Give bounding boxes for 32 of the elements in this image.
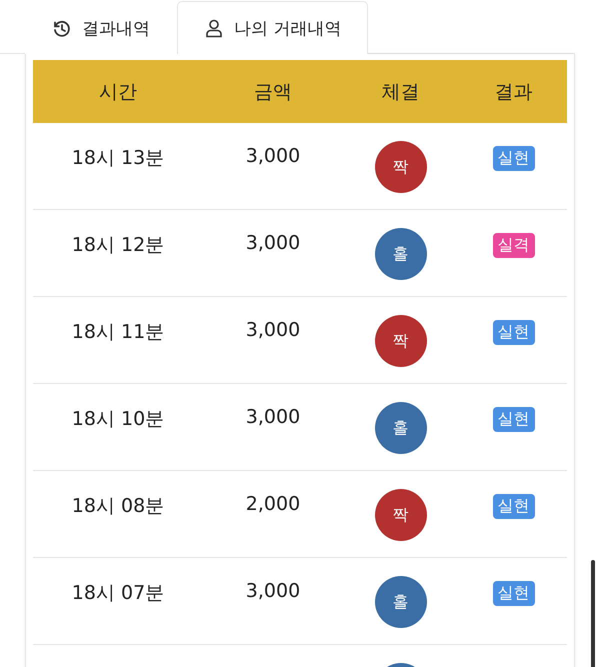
time-cell-text: 18시 13분 xyxy=(72,146,164,171)
time-cell-text: 18시 11분 xyxy=(72,320,164,345)
result-ball: 짝 xyxy=(374,315,426,367)
person-icon xyxy=(204,18,224,38)
column-header: 결과 xyxy=(494,80,532,104)
time-cell-text: 18시 07분 xyxy=(72,581,164,606)
result-ball: 짝 xyxy=(374,141,426,193)
status-badge: 실격 xyxy=(492,233,534,258)
scrollbar[interactable] xyxy=(591,560,595,667)
column-header: 시간 xyxy=(99,80,137,104)
status-badge: 실현 xyxy=(492,407,534,432)
column-header: 금액 xyxy=(254,80,292,104)
amount-cell: 3,000 xyxy=(246,319,300,341)
amount-cell: 3,000 xyxy=(246,406,300,428)
status-badge: 실현 xyxy=(492,494,534,519)
status-badge: 실현 xyxy=(492,581,534,606)
amount-cell: 3,000 xyxy=(246,145,300,167)
status-badge: 실현 xyxy=(492,320,534,345)
time-cell-text: 18시 12분 xyxy=(72,233,164,258)
history-icon xyxy=(52,18,72,38)
status-badge: 실현 xyxy=(492,146,534,171)
tab[interactable]: 나의 거래내역 xyxy=(177,1,368,54)
time-cell-text: 18시 08분 xyxy=(72,494,164,519)
result-ball: 홀 xyxy=(374,228,426,280)
result-ball: 홀 xyxy=(374,576,426,628)
result-ball: 홀 xyxy=(374,402,426,454)
amount-cell: 2,000 xyxy=(246,493,300,515)
result-ball: 짝 xyxy=(374,489,426,541)
amount-cell: 3,000 xyxy=(246,580,300,602)
amount-cell: 3,000 xyxy=(246,232,300,254)
time-cell-text: 18시 10분 xyxy=(72,407,164,432)
column-header: 체결 xyxy=(382,80,420,104)
